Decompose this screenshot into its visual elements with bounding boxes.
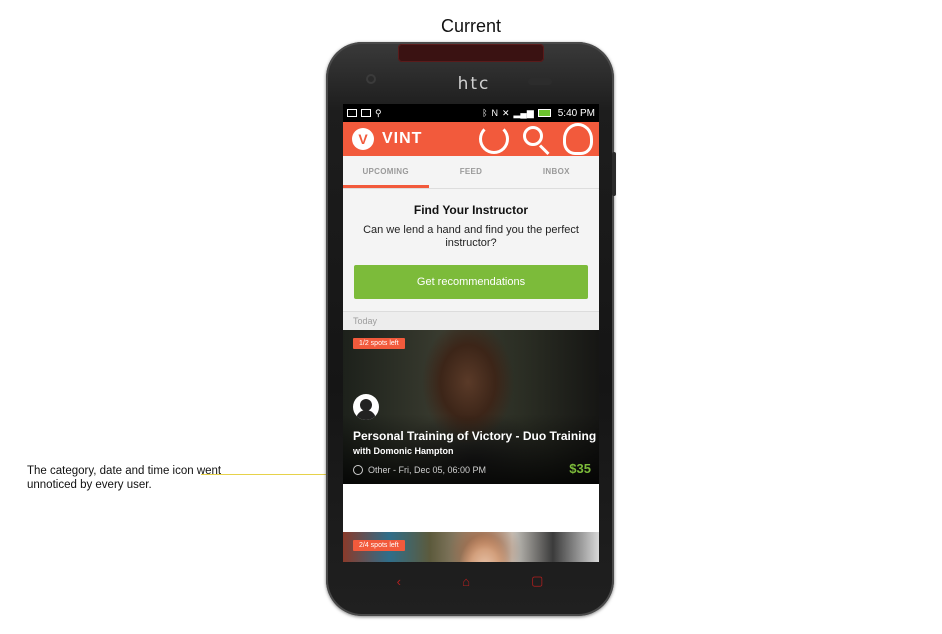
- class-card[interactable]: 2/4 spots left: [343, 532, 599, 562]
- section-header-today: Today: [343, 311, 599, 330]
- category-icon: [353, 465, 363, 475]
- android-nav-bar: ‹ ⌂ ▢: [326, 566, 614, 596]
- mail-icon: [361, 109, 371, 117]
- phone-screen: ⚲ ᛒ N ✕ ▂▄▆ 5:40 PM V VINT UPCOMING FEED: [343, 104, 599, 562]
- proximity-sensor: [528, 78, 552, 85]
- class-meta-text: Other - Fri, Dec 05, 06:00 PM: [368, 465, 487, 475]
- profile-icon[interactable]: [563, 123, 593, 155]
- annotation-note: The category, date and time icon went un…: [27, 465, 222, 491]
- get-recommendations-button[interactable]: Get recommendations: [354, 265, 588, 299]
- usb-icon: ⚲: [375, 107, 382, 118]
- avatar[interactable]: [353, 394, 379, 420]
- phone-device: htc ⚲ ᛒ N ✕ ▂▄▆ 5:40 PM V VINT UPCOMING …: [326, 42, 616, 616]
- class-card[interactable]: 1/2 spots left Personal Training of Vict…: [343, 330, 599, 484]
- front-camera: [366, 74, 376, 84]
- back-icon[interactable]: ‹: [397, 574, 401, 589]
- status-bar: ⚲ ᛒ N ✕ ▂▄▆ 5:40 PM: [343, 104, 599, 122]
- class-meta: Other - Fri, Dec 05, 06:00 PM: [353, 465, 486, 475]
- class-title: Personal Training of Victory - Duo Train…: [353, 429, 597, 443]
- signal-icon: ▂▄▆: [513, 107, 534, 118]
- recommendation-title: Find Your Instructor: [413, 203, 529, 217]
- status-time: 5:40 PM: [557, 107, 595, 119]
- refresh-icon[interactable]: [479, 124, 509, 154]
- recent-apps-icon[interactable]: ▢: [531, 573, 543, 589]
- slide-caption: Current: [440, 16, 502, 36]
- tab-inbox[interactable]: INBOX: [514, 156, 599, 188]
- nfc-icon: N: [491, 108, 498, 118]
- recommendation-description: Can we lend a hand and find you the perf…: [363, 224, 579, 249]
- mute-icon: ✕: [501, 107, 510, 118]
- home-icon[interactable]: ⌂: [462, 574, 470, 589]
- battery-icon: [537, 109, 551, 117]
- class-price: $35: [569, 461, 591, 476]
- notification-icon: [347, 109, 357, 117]
- active-tab-indicator: [343, 185, 429, 188]
- spots-badge: 1/2 spots left: [353, 338, 405, 349]
- spots-badge: 2/4 spots left: [353, 540, 405, 551]
- instructor-name: with Domonic Hampton: [353, 446, 454, 456]
- app-name: VINT: [382, 130, 423, 147]
- device-brand-logo: htc: [457, 74, 491, 94]
- tab-upcoming[interactable]: UPCOMING: [343, 156, 428, 188]
- app-logo-icon: V: [352, 128, 374, 150]
- bluetooth-icon: ᛒ: [482, 108, 488, 118]
- earpiece-speaker: [398, 44, 544, 62]
- tab-bar: UPCOMING FEED INBOX: [343, 156, 599, 189]
- recommendation-panel: Find Your Instructor Can we lend a hand …: [343, 189, 599, 311]
- search-icon[interactable]: [521, 124, 551, 154]
- app-header: V VINT: [343, 122, 599, 156]
- side-button[interactable]: [612, 152, 616, 196]
- tab-feed[interactable]: FEED: [428, 156, 513, 188]
